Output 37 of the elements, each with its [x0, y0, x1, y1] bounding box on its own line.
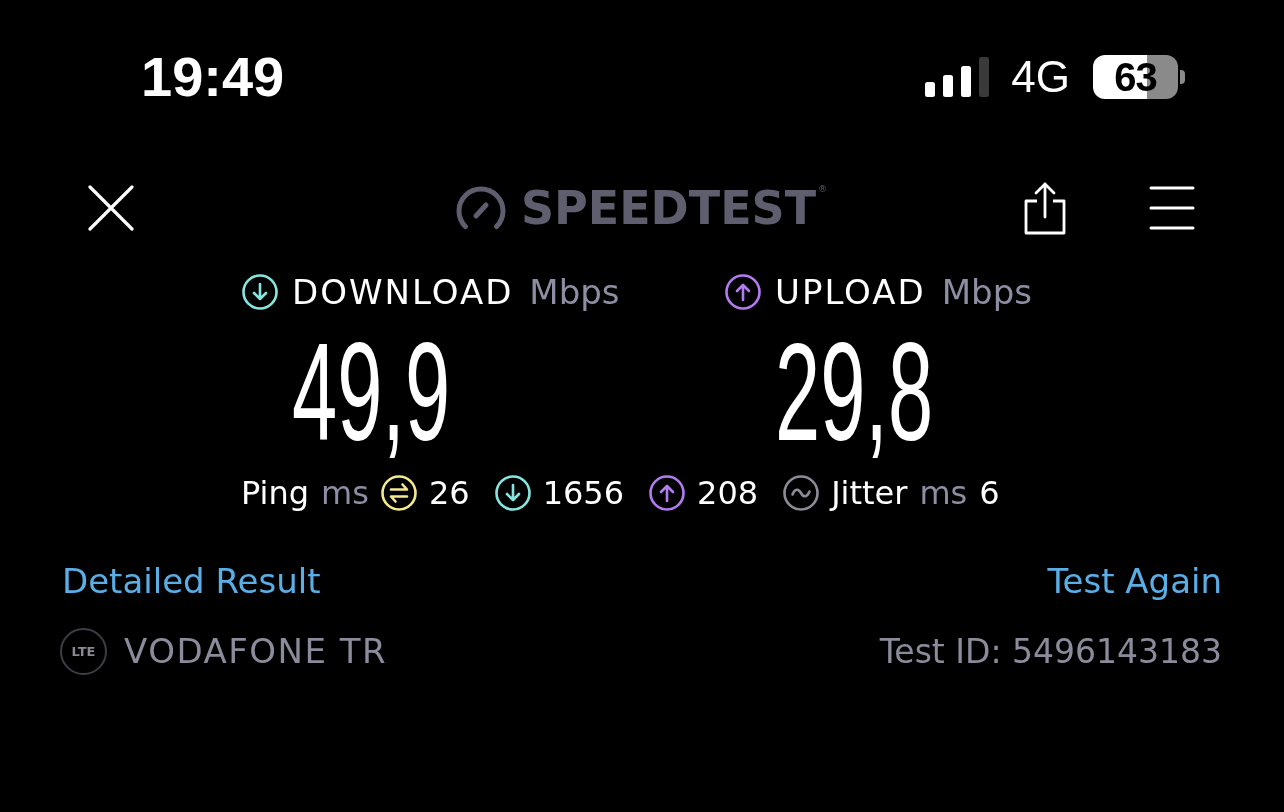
unit-label: ms [321, 477, 369, 509]
speed-label: DOWNLOAD [292, 275, 514, 309]
share-button[interactable] [1023, 181, 1067, 235]
speed-value: 29,8 [775, 322, 934, 462]
status-time: 19:49 [141, 49, 285, 105]
close-icon [88, 185, 134, 231]
test-id: Test ID: 5496143183 [879, 634, 1222, 668]
speed-label: UPLOAD [775, 275, 926, 309]
stat-label: Ping [241, 477, 310, 509]
signal-icon [925, 57, 990, 97]
share-icon [1023, 181, 1067, 235]
unit-label: ms [919, 477, 968, 509]
wave-circle-icon [783, 475, 820, 511]
arrows-circle-icon [380, 475, 417, 511]
stat-value: 6 [979, 477, 1000, 509]
logo-text: SPEEDTEST$^{®}$ [520, 185, 828, 231]
stat-value: 208 [697, 477, 759, 509]
arrow-down-circle-icon [242, 274, 278, 310]
test-again-link[interactable]: Test Again [1047, 564, 1222, 598]
unit-label: Mbps [941, 275, 1032, 309]
unit-label: Mbps [529, 275, 620, 309]
speedometer-icon [455, 186, 506, 230]
battery-indicator: 63 [1093, 55, 1185, 99]
arrow-up-circle-icon [649, 475, 686, 511]
stat-label: Jitter [831, 477, 908, 509]
network-badge: LTE [60, 627, 107, 675]
arrow-down-circle-icon [494, 475, 531, 511]
menu-button[interactable] [1149, 186, 1195, 230]
stat-value: 1656 [542, 477, 625, 509]
speed-value: 49,9 [292, 322, 451, 462]
close-button[interactable] [88, 185, 134, 231]
network-type-label: 4G [1011, 55, 1070, 99]
arrow-up-circle-icon [725, 274, 761, 310]
provider-name: VODAFONE TR [124, 634, 388, 668]
detailed-result-link[interactable]: Detailed Result [62, 564, 321, 598]
menu-icon [1149, 186, 1195, 230]
stat-value: 26 [428, 477, 470, 509]
